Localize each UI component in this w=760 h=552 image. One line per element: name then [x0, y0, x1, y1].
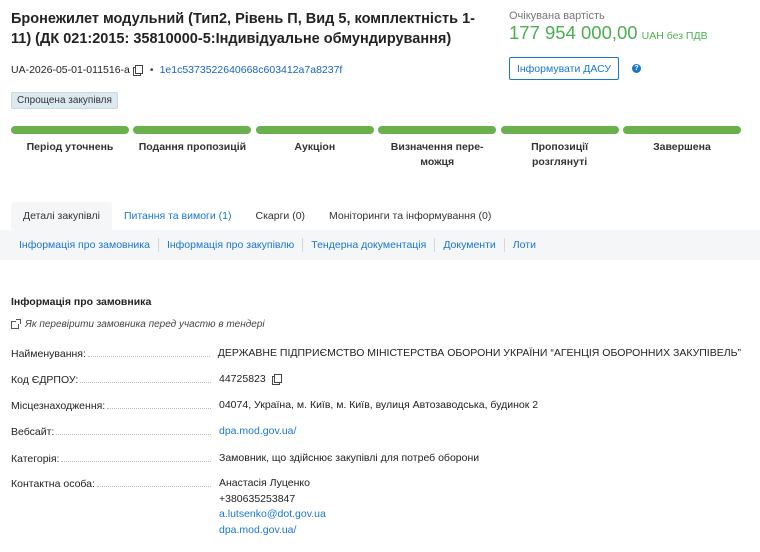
contact-email-link[interactable]: a.lutsenko@dot.gov.ua [219, 507, 741, 523]
location-value: 04074, Україна, м. Київ, м. Київ, вулиця… [219, 399, 539, 411]
stage-label: Період уточнень [26, 141, 114, 153]
row-location: Місцезнаходження: 04074, Україна, м. Киї… [11, 398, 741, 414]
website-label: Вебсайт: [11, 426, 55, 438]
copy-icon[interactable] [271, 374, 282, 386]
stage-bar [133, 126, 252, 134]
row-name: Найменування: ДЕРЖАВНЕ ПІДПРИЄМСТВО МІНІ… [11, 346, 741, 362]
tab-questions[interactable]: Питання та вимоги (1) [112, 202, 244, 230]
check-customer-link[interactable]: Як перевірити замовника перед участю в т… [11, 318, 265, 330]
stage-label: Визначення пере-можця [390, 141, 484, 168]
stage-bar [500, 126, 619, 134]
contact-label: Контактна особа: [11, 478, 95, 490]
name-label: Найменування: [11, 348, 86, 360]
contact-site-link[interactable]: dpa.mod.gov.ua/ [219, 523, 741, 539]
row-website: Вебсайт: dpa.mod.gov.ua/ [11, 424, 741, 440]
row-edrpou: Код ЄДРПОУ: 44725823 [11, 372, 741, 388]
section-title: Інформація про замовника [11, 296, 152, 308]
stage-clarification: Період уточнень [11, 126, 129, 170]
subnav-documents[interactable]: Документи [435, 238, 505, 252]
subnav-tender-info[interactable]: Інформація про закупівлю [159, 238, 304, 252]
edrpou-label: Код ЄДРПОУ: [11, 374, 79, 386]
name-value: ДЕРЖАВНЕ ПІДПРИЄМСТВО МІНІСТЕРСТВА ОБОРО… [217, 347, 741, 359]
budget-label: Очікувана вартість [509, 10, 605, 22]
stage-label: Подання пропозицій [138, 141, 247, 153]
subnav-lots[interactable]: Лоти [505, 238, 544, 252]
procedure-badge: Спрощена закупівля [11, 92, 118, 109]
budget-currency: UAH без ПДВ [641, 30, 708, 42]
stage-bar [255, 126, 374, 134]
notify-dasu-button[interactable]: Інформувати ДАСУ [509, 57, 619, 80]
edrpou-value: 44725823 [219, 373, 266, 385]
contact-name: Анастасія Луценко [219, 477, 310, 489]
contact-phone: +380635253847 [219, 492, 296, 505]
subnav-tender-docs[interactable]: Тендерна документація [303, 238, 436, 252]
tab-details[interactable]: Деталі закупівлі [11, 202, 112, 230]
separator: • [149, 64, 154, 76]
stage-reviewed: Пропозиції розглянуті [500, 126, 619, 170]
stage-submission: Подання пропозицій [133, 126, 252, 170]
stage-label: Завершена [653, 141, 711, 153]
row-category: Категорія: Замовник, що здійснює закупів… [11, 451, 741, 467]
tender-title: Бронежилет модульний (Тип2, Рівень П, Ви… [11, 11, 475, 47]
subnav: Інформація про замовника Інформація про … [11, 230, 544, 260]
stage-bar [378, 126, 497, 134]
website-link[interactable]: dpa.mod.gov.ua/ [219, 425, 296, 437]
row-contact: Контактна особа: Анастасія Луценко +3806… [11, 476, 741, 538]
category-label: Категорія: [11, 453, 60, 465]
stage-progress: Період уточнень Подання пропозицій Аукці… [11, 126, 741, 170]
tab-complaints[interactable]: Скарги (0) [244, 202, 318, 230]
stage-winner: Визначення пере-можця [378, 126, 497, 170]
stage-label: Пропозиції розглянуті [531, 141, 589, 168]
tab-monitoring[interactable]: Моніторинги та інформування (0) [317, 202, 503, 230]
tender-id-row: UA-2026-05-01-011516-a • 1e1c53735226406… [11, 64, 342, 76]
tender-id: UA-2026-05-01-011516-a [11, 64, 130, 76]
stage-label: Аукціон [294, 141, 336, 153]
stage-auction: Аукціон [255, 126, 374, 170]
location-label: Місцезнаходження: [11, 400, 106, 412]
stage-completed: Завершена [622, 126, 741, 170]
tabs: Деталі закупівлі Питання та вимоги (1) С… [11, 202, 503, 230]
copy-icon[interactable] [132, 65, 143, 76]
tender-hash-link[interactable]: 1e1c5373522640668c603412a7a8237f [160, 64, 343, 76]
external-link-icon [11, 318, 21, 329]
category-value: Замовник, що здійснює закупівлі для потр… [219, 452, 480, 464]
budget-amount: 177 954 000,00 [509, 22, 638, 43]
check-customer-text: Як перевірити замовника перед участю в т… [25, 319, 265, 330]
stage-bar [622, 126, 741, 134]
subnav-customer-info[interactable]: Інформація про замовника [11, 238, 159, 252]
stage-bar [11, 126, 129, 134]
help-icon[interactable]: ? [632, 64, 641, 73]
budget: 177 954 000,00 UAH без ПДВ [509, 22, 708, 44]
